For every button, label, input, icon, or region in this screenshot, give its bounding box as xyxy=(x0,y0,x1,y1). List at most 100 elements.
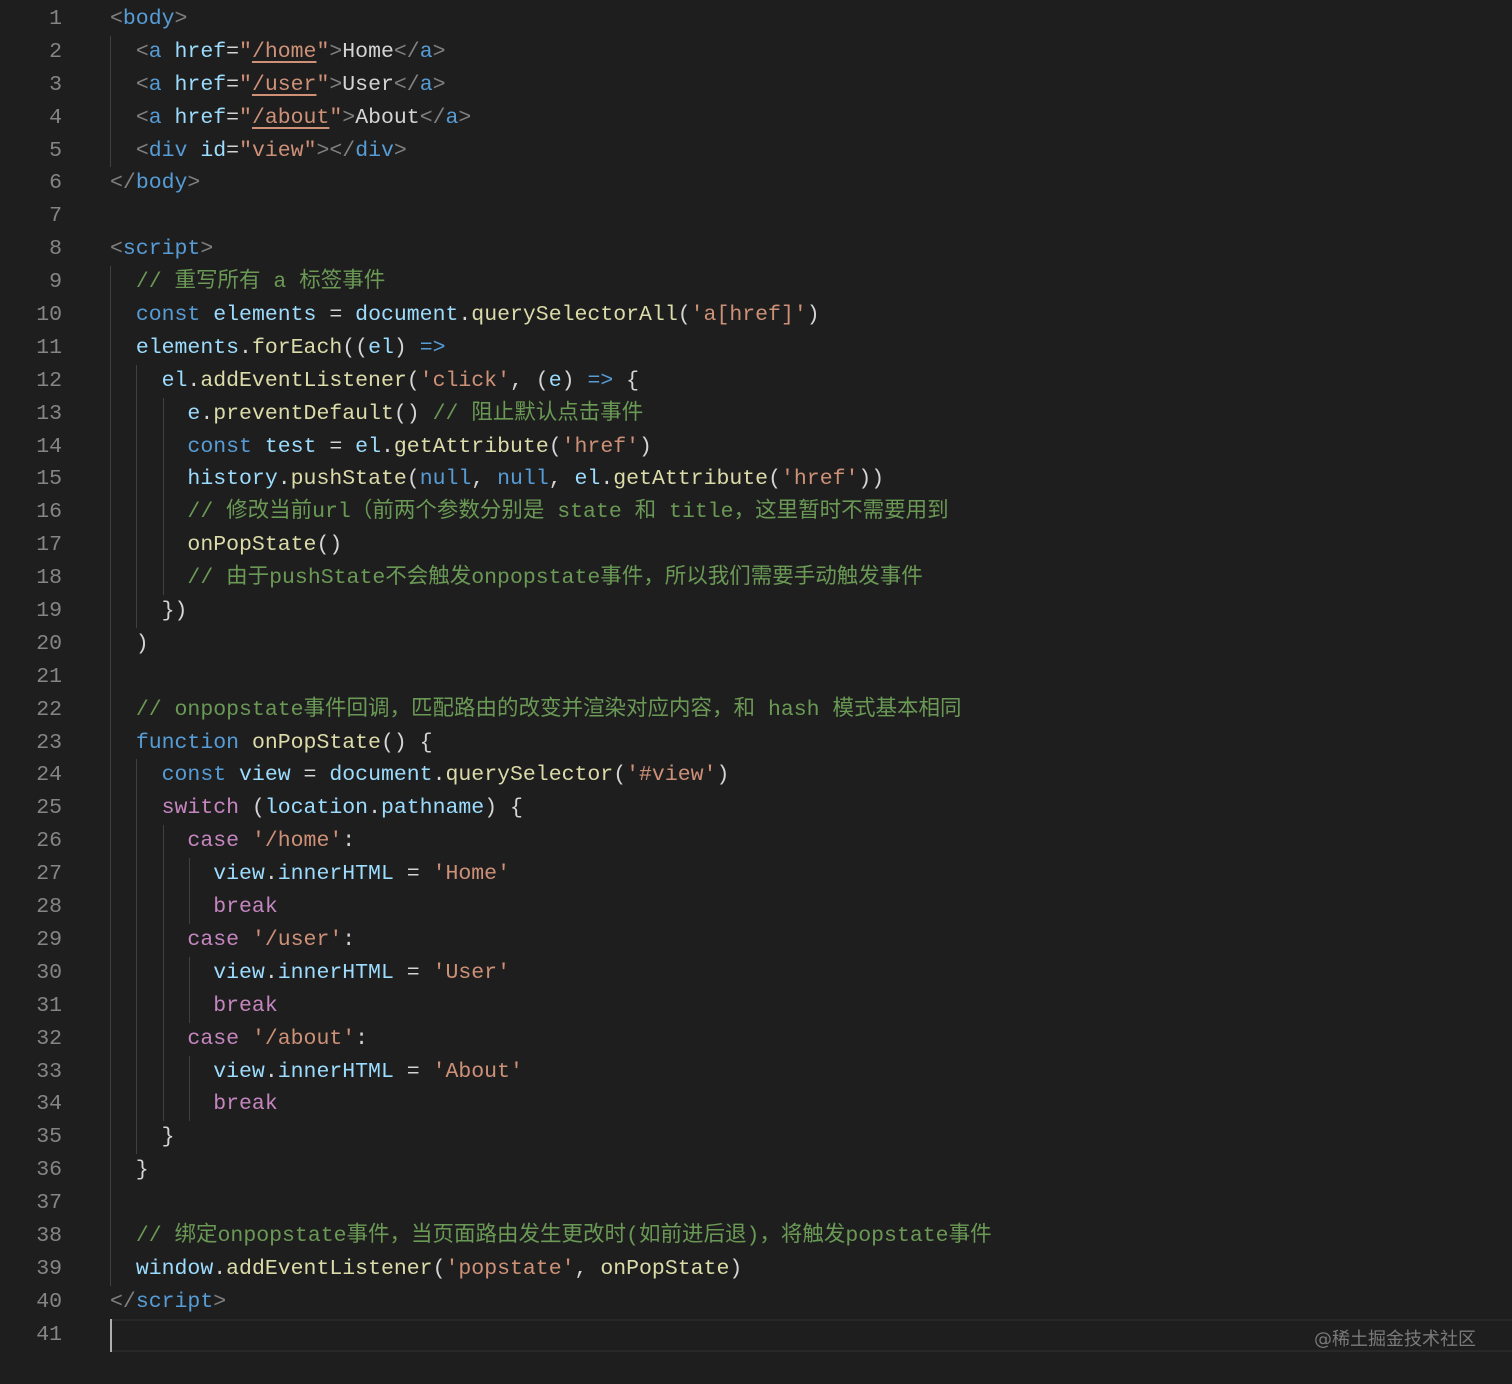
code-line[interactable]: 5 <div id="view"></div> xyxy=(0,134,1512,168)
token-st: 'click' xyxy=(419,368,510,393)
token-tx: () { xyxy=(380,730,433,755)
token-vr: window xyxy=(135,1256,214,1281)
token-tx: = xyxy=(393,862,433,887)
token-pu: > xyxy=(342,105,356,130)
token-tx xyxy=(162,40,175,64)
code-line[interactable]: 41 xyxy=(0,1318,1512,1352)
code-line[interactable]: 6 </body> xyxy=(0,167,1512,200)
token-tx: . xyxy=(213,1256,227,1281)
token-tx: . xyxy=(277,467,291,492)
code-line[interactable]: 7 xyxy=(0,200,1512,233)
token-tx xyxy=(110,796,162,820)
code-line[interactable]: 30 view.innerHTML = 'User' xyxy=(0,956,1512,990)
token-st: '#view' xyxy=(626,763,717,788)
token-st: 'popstate' xyxy=(445,1256,575,1281)
code-line[interactable]: 24 const view = document.querySelector('… xyxy=(0,759,1512,793)
line-number: 2 xyxy=(49,39,62,64)
code-line[interactable]: 10 const elements = document.querySelect… xyxy=(0,299,1512,332)
line-code: history.pushState(null, null, el.getAttr… xyxy=(110,463,884,496)
code-line[interactable]: 4 <a href="/about">About</a> xyxy=(0,101,1512,135)
code-line[interactable]: 33 view.innerHTML = 'About' xyxy=(0,1055,1512,1089)
token-vr: pathname xyxy=(380,796,485,821)
token-tx: : xyxy=(355,1026,369,1051)
token-tx xyxy=(110,566,187,590)
token-tx: , xyxy=(471,467,498,492)
code-line[interactable]: 36 } xyxy=(0,1154,1512,1188)
token-tx: ( xyxy=(432,1256,446,1281)
code-line[interactable]: 8 <script> xyxy=(0,233,1512,266)
token-pu: < xyxy=(135,105,149,130)
code-line[interactable]: 13 e.preventDefault() // 阻止默认点击事件 xyxy=(0,397,1512,431)
code-line[interactable]: 34 break xyxy=(0,1088,1512,1122)
code-line[interactable]: 22 // onpopstate事件回调，匹配路由的改变并渲染对应内容，和 ha… xyxy=(0,693,1512,727)
code-line[interactable]: 3 <a href="/user">User</a> xyxy=(0,68,1512,102)
token-ct: case xyxy=(187,1026,240,1051)
line-number: 17 xyxy=(36,533,62,558)
token-ct: break xyxy=(213,993,278,1018)
token-tx: ( xyxy=(239,796,265,821)
token-tx xyxy=(110,435,187,459)
code-line[interactable]: 29 case '/user': xyxy=(0,923,1512,957)
code-line[interactable]: 35 } xyxy=(0,1121,1512,1155)
code-line[interactable]: 16 // 修改当前url（前两个参数分别是 state 和 title，这里暂… xyxy=(0,496,1512,530)
line-number: 10 xyxy=(36,303,62,328)
line-code: switch (location.pathname) { xyxy=(110,792,523,825)
token-tg: div xyxy=(148,138,188,163)
code-line[interactable]: 1 <body> xyxy=(0,3,1512,36)
code-line[interactable]: 28 break xyxy=(0,891,1512,924)
code-line[interactable]: 32 case '/about': xyxy=(0,1022,1512,1056)
line-number: 40 xyxy=(36,1289,62,1314)
code-line[interactable]: 20 ) xyxy=(0,627,1512,661)
token-vr: el xyxy=(355,434,381,459)
code-line[interactable]: 26 case '/home': xyxy=(0,825,1512,859)
line-code: e.preventDefault() // 阻止默认点击事件 xyxy=(110,398,643,431)
code-line[interactable]: 19 }) xyxy=(0,595,1512,628)
token-vr: test xyxy=(264,434,317,459)
line-number: 33 xyxy=(36,1059,62,1084)
token-tx: ) xyxy=(110,631,149,656)
token-tg: body xyxy=(122,7,175,31)
line-number: 8 xyxy=(49,237,62,262)
token-pu: </ xyxy=(393,39,420,64)
token-tx: : xyxy=(342,927,356,952)
token-su: /about xyxy=(251,105,330,130)
token-tx xyxy=(110,928,187,952)
token-pu: </ xyxy=(110,171,136,196)
token-vr: document xyxy=(329,763,433,788)
code-line[interactable]: 23 function onPopState() { xyxy=(0,726,1512,760)
code-line[interactable]: 25 switch (location.pathname) { xyxy=(0,792,1512,826)
code-line[interactable]: 18 // 由于pushState不会触发onpopstate事件，所以我们需要… xyxy=(0,562,1512,596)
code-line[interactable]: 11 elements.forEach((el) => xyxy=(0,331,1512,365)
line-code: case '/about': xyxy=(110,1023,368,1056)
token-tx xyxy=(110,533,187,557)
code-line[interactable]: 2 <a href="/home">Home</a> xyxy=(0,35,1512,69)
line-number: 36 xyxy=(36,1158,62,1183)
code-line[interactable]: 12 el.addEventListener('click', (e) => { xyxy=(0,364,1512,398)
token-tx xyxy=(187,139,200,163)
code-line[interactable]: 21 xyxy=(0,660,1512,694)
token-tx: ) { xyxy=(484,796,523,821)
line-number: 19 xyxy=(36,599,62,624)
code-line[interactable]: 31 break xyxy=(0,989,1512,1023)
code-line[interactable]: 38 // 绑定onpopstate事件，当页面路由发生更改时(如前进后退)，将… xyxy=(0,1219,1512,1253)
token-tx: , xyxy=(548,467,575,492)
token-kw: const xyxy=(187,434,252,459)
token-tx xyxy=(110,1224,136,1248)
code-line[interactable]: 37 xyxy=(0,1187,1512,1220)
token-tg: div xyxy=(355,138,394,163)
code-line[interactable]: 40 </script> xyxy=(0,1286,1512,1319)
token-tx: )) xyxy=(858,467,885,492)
code-line[interactable]: 14 const test = el.getAttribute('href') xyxy=(0,430,1512,464)
code-line[interactable]: 9 // 重写所有 a 标签事件 xyxy=(0,266,1512,300)
code-line[interactable]: 39 window.addEventListener('popstate', o… xyxy=(0,1252,1512,1286)
line-code: </script> xyxy=(110,1286,226,1319)
token-tx xyxy=(200,303,213,327)
code-line[interactable]: 17 onPopState() xyxy=(0,529,1512,563)
code-line[interactable]: 15 history.pushState(null, null, el.getA… xyxy=(0,463,1512,497)
code-line[interactable]: 27 view.innerHTML = 'Home' xyxy=(0,858,1512,892)
code-editor[interactable]: 1 <body> 2 <a href="/home">Home</a> 3 <a hr… xyxy=(0,3,1512,1352)
line-code: // onpopstate事件回调，匹配路由的改变并渲染对应内容，和 hash … xyxy=(110,694,962,727)
line-code: <div id="view"></div> xyxy=(110,135,407,168)
token-tx: = xyxy=(316,303,356,328)
token-tx: ( xyxy=(613,763,627,788)
